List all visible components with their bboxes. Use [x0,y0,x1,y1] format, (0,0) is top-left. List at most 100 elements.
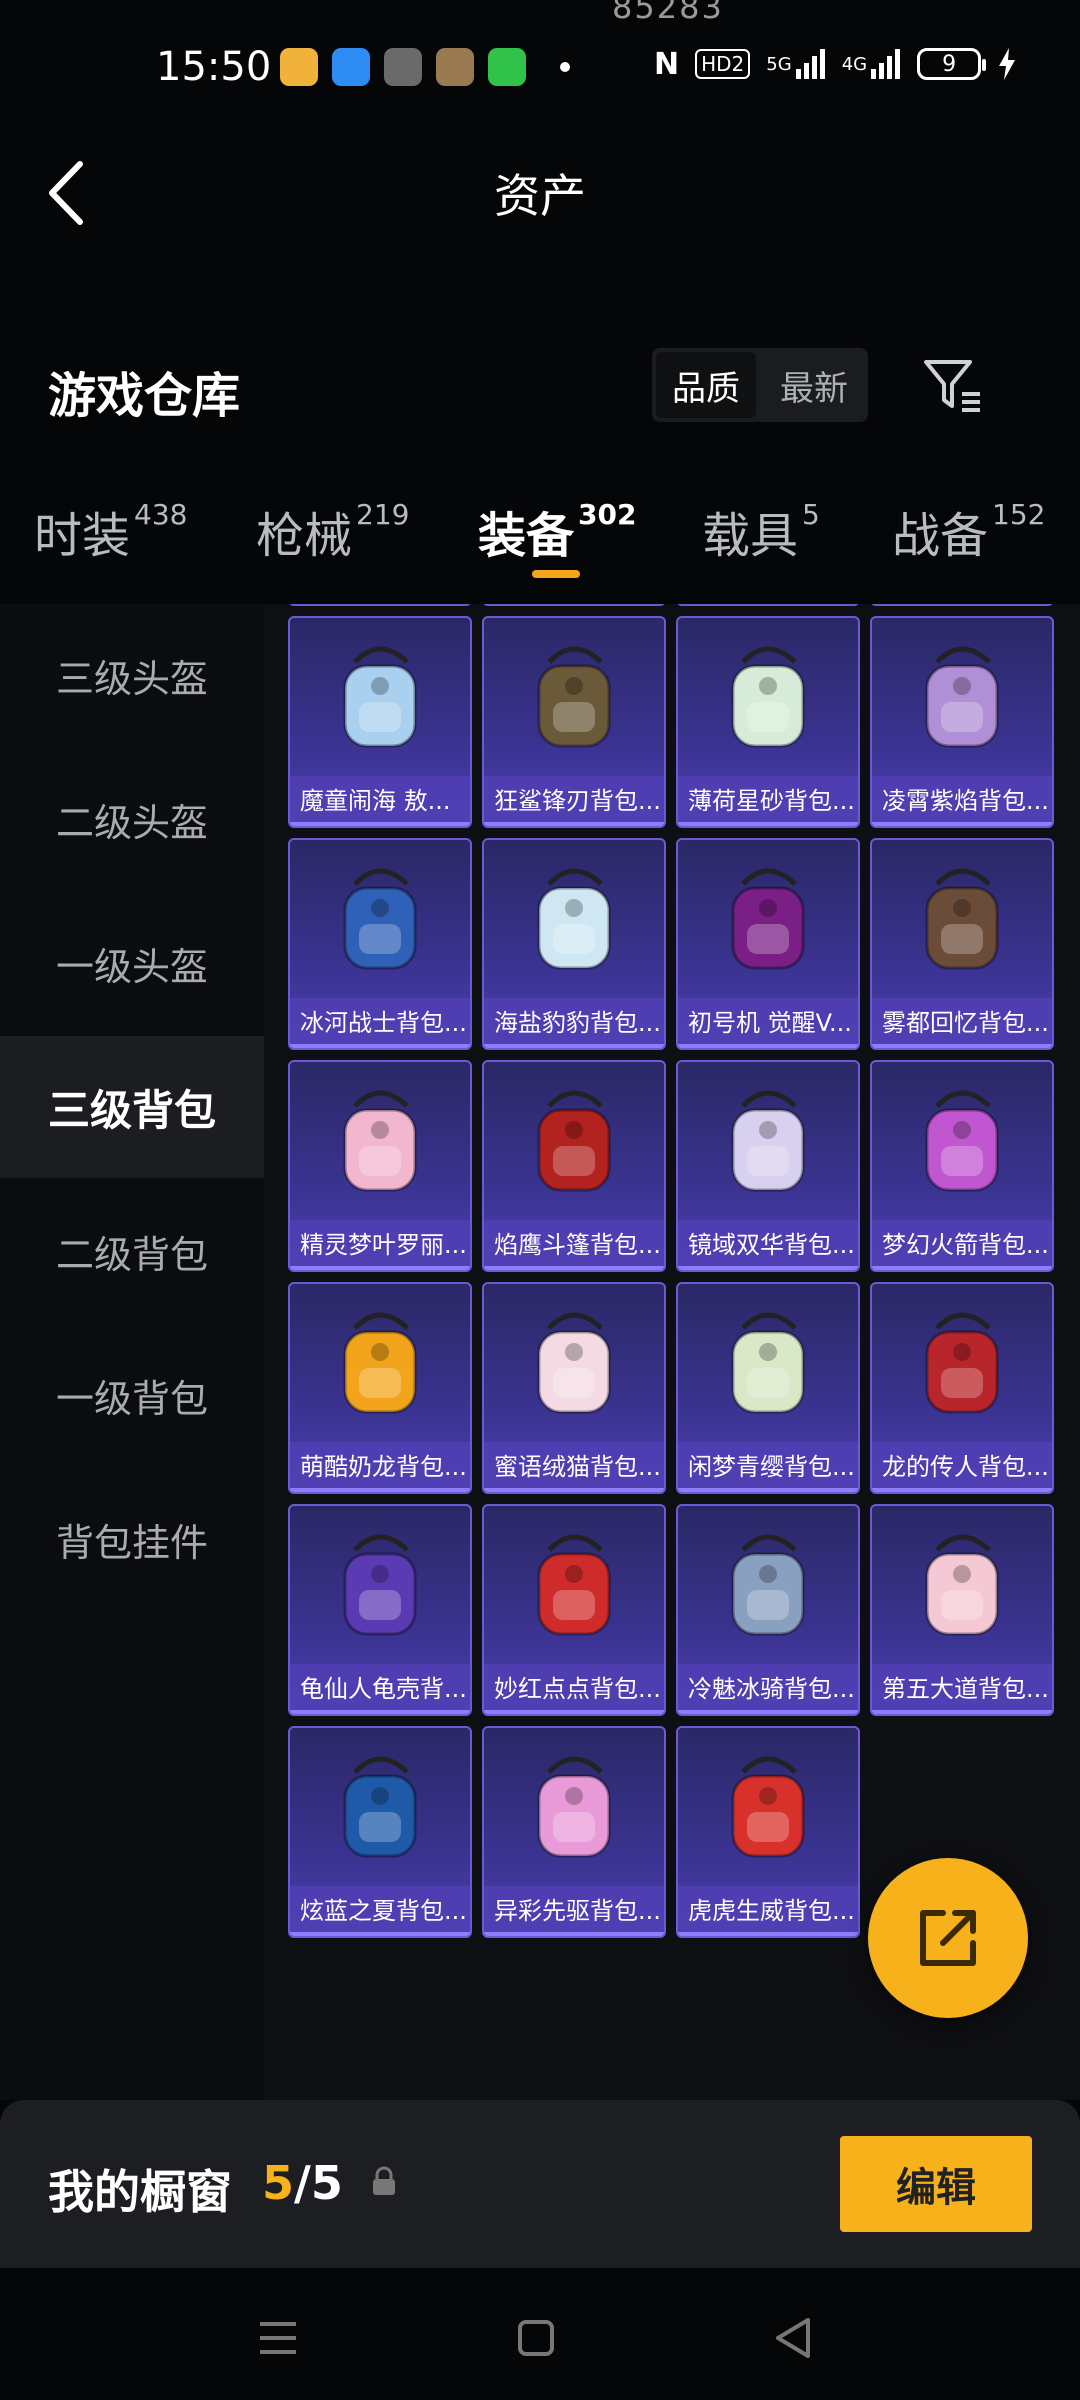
item-card[interactable]: 龟仙人龟壳背... [288,1504,472,1716]
sidebar-item-backpack-2[interactable]: 二级背包 [0,1180,264,1322]
item-card[interactable]: 炫彩糖果背包... [676,604,860,606]
item-card[interactable]: 精灵梦叶罗丽... [288,1060,472,1272]
item-name: 梦幻火箭背包... [872,1220,1052,1270]
backpack-icon [290,840,470,998]
item-name: 海盐豹豹背包... [484,998,664,1048]
backpack-icon [872,618,1052,776]
item-name: 魔童闹海 敖... [290,776,470,826]
menu-nav-button[interactable] [248,2308,308,2368]
item-card[interactable]: 镜域双华背包... [676,1060,860,1272]
item-card[interactable]: 雾都回忆背包... [870,838,1054,1050]
quality-bar [290,1044,470,1048]
quality-bar [484,1932,664,1936]
backpack-icon [484,1728,664,1886]
item-card[interactable]: 魔童闹海 敖... [288,616,472,828]
tab-label: 时装 [34,508,131,564]
warehouse-title: 游戏仓库 [48,368,241,424]
sidebar-item-backpack-1[interactable]: 一级背包 [0,1324,264,1466]
active-tab-indicator [532,570,580,578]
item-name: 冰河战士背包... [290,998,470,1048]
signal-bars-icon [871,49,901,79]
backpack-icon [484,1284,664,1442]
tab-label: 装备 [478,508,575,564]
share-icon [920,1910,976,1966]
quality-bar [290,822,470,826]
item-card[interactable]: 异彩先驱背包... [482,1726,666,1938]
item-card[interactable]: 暮色玫影背包... [288,604,472,606]
home-nav-button[interactable] [506,2308,566,2368]
item-name: 冷魅冰骑背包... [678,1664,858,1714]
item-name: 龙的传人背包... [872,1442,1052,1492]
backpack-icon [290,1062,470,1220]
item-card[interactable]: 风迹短诗背包... [482,604,666,606]
item-card[interactable]: 薄荷星砂背包... [676,616,860,828]
edit-button[interactable]: 编辑 [840,2136,1032,2232]
share-button[interactable] [868,1858,1028,2018]
item-card[interactable]: 闲梦青缨背包... [676,1282,860,1494]
app-icon [488,48,526,86]
item-card[interactable]: 海盐豹豹背包... [482,838,666,1050]
item-card[interactable]: 炫蓝之夏背包... [288,1726,472,1938]
item-card[interactable]: 初号机 觉醒V... [676,838,860,1050]
sidebar-item-backpack-3[interactable]: 三级背包 [0,1036,264,1178]
app-icon [280,48,318,86]
quality-bar [872,1044,1052,1048]
backpack-icon [290,1506,470,1664]
item-name: 狂鲨锋刃背包... [484,776,664,826]
signal-5g-icon: 5G [766,46,825,82]
app-icon [384,48,422,86]
item-card[interactable]: 蜜语绒猫背包... [482,1282,666,1494]
item-card[interactable]: 狂鲨锋刃背包... [482,616,666,828]
battery-icon: 9 [917,48,987,80]
item-name: 第五大道背包... [872,1664,1052,1714]
tab-equipment[interactable]: 装备 302 [478,496,636,566]
sidebar-item-helmet-1[interactable]: 一级头盔 [0,892,264,1034]
tab-fashion[interactable]: 时装 438 [34,496,187,566]
quality-bar [484,1488,664,1492]
sort-newest-button[interactable]: 最新 [760,348,868,422]
back-triangle-icon [776,2318,810,2358]
back-nav-button[interactable] [764,2308,824,2368]
quality-bar [872,1488,1052,1492]
signal-5g-label: 5G [766,53,792,75]
sidebar-item-helmet-3[interactable]: 三级头盔 [0,604,264,746]
tab-combat-gear[interactable]: 战备 152 [892,496,1045,566]
sidebar-item-pendant[interactable]: 背包挂件 [0,1468,264,1610]
filter-button[interactable] [922,356,984,416]
backpack-icon [872,1062,1052,1220]
backpack-icon [290,1284,470,1442]
home-square-icon [518,2320,554,2356]
item-card[interactable]: 凌霄紫焰背包... [870,616,1054,828]
quality-bar [290,1710,470,1714]
item-card[interactable]: 萌酷奶龙背包... [288,1282,472,1494]
backpack-icon [484,1062,664,1220]
item-name: 妙红点点背包... [484,1664,664,1714]
item-name: 虎虎生威背包... [678,1886,858,1936]
showcase-count: 5/5 [262,2156,343,2210]
item-card[interactable]: 妙红点点背包... [482,1504,666,1716]
showcase-label: 我的橱窗 [48,2165,232,2219]
tab-vehicles[interactable]: 载具 5 [702,496,820,566]
showcase-current: 5 [262,2156,295,2210]
quality-bar [290,1932,470,1936]
quality-bar [872,1710,1052,1714]
backpack-icon [678,1506,858,1664]
item-card[interactable]: 冰河战士背包... [288,838,472,1050]
tab-guns[interactable]: 枪械 219 [256,496,409,566]
sidebar-item-helmet-2[interactable]: 二级头盔 [0,748,264,890]
backpack-icon [484,618,664,776]
item-card[interactable]: 龙的传人背包... [870,1282,1054,1494]
item-card[interactable]: 焰鹰斗篷背包... [482,1060,666,1272]
item-card[interactable]: 梦幻火箭背包... [870,1060,1054,1272]
item-name: 薄荷星砂背包... [678,776,858,826]
nfc-icon: N [654,46,680,82]
quality-bar [678,1710,858,1714]
item-card[interactable]: 冷魅冰骑背包... [676,1504,860,1716]
signal-bars-icon [795,49,825,79]
backpack-icon [678,1062,858,1220]
sort-quality-button[interactable]: 品质 [656,352,756,418]
showcase-separator: / [294,2156,311,2210]
item-card[interactable]: 第五大道背包... [870,1504,1054,1716]
item-card[interactable]: 萌鸡速递背包... [870,604,1054,606]
item-card[interactable]: 虎虎生威背包... [676,1726,860,1938]
